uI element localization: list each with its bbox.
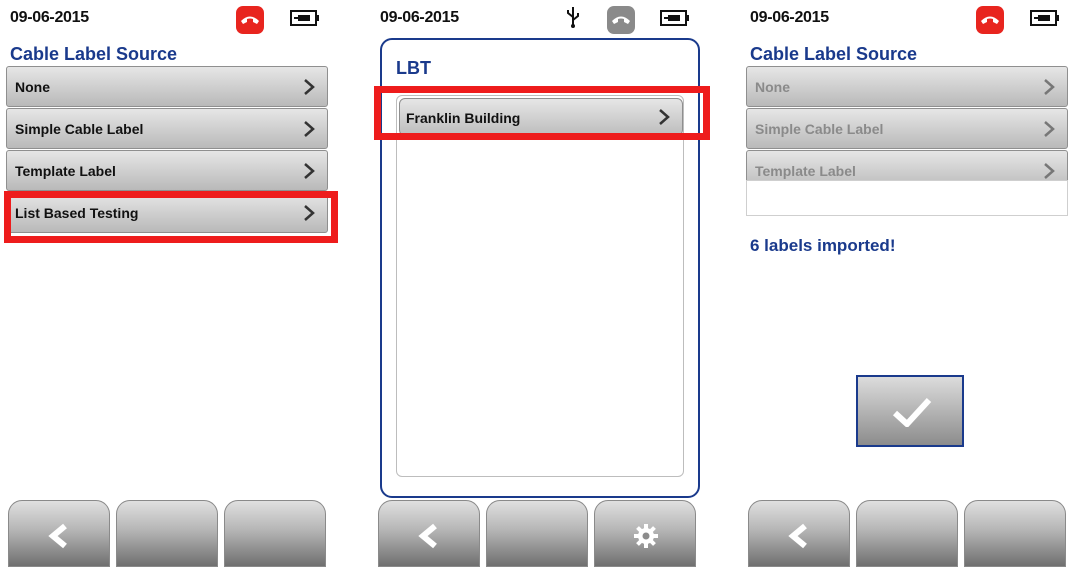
label-source-list: None Simple Cable Label Template Label <box>746 66 1068 192</box>
battery-icon <box>1030 10 1059 26</box>
back-arrow-icon <box>418 523 437 549</box>
screen-import-confirm: 09-06-2015 Cable Label Source None Simpl… <box>742 0 1072 567</box>
list-item-none: None <box>746 66 1068 107</box>
softkey-bar <box>378 500 698 567</box>
list-item-label: Simple Cable Label <box>15 121 144 137</box>
usb-icon <box>567 7 579 28</box>
chevron-right-icon <box>304 163 315 179</box>
phone-hangup-icon <box>976 6 1004 34</box>
highlight-box <box>374 86 710 140</box>
panel-title: LBT <box>396 58 431 78</box>
back-button[interactable] <box>8 500 110 567</box>
chevron-right-icon <box>1044 121 1055 137</box>
gear-icon <box>634 524 658 548</box>
page-title: Cable Label Source <box>750 44 918 64</box>
chevron-right-icon <box>304 121 315 137</box>
list-item-simple-cable-label: Simple Cable Label <box>746 108 1068 149</box>
softkey-2-button[interactable] <box>486 500 588 567</box>
page-title: Cable Label Source <box>10 44 178 64</box>
settings-button[interactable] <box>594 500 696 567</box>
chevron-right-icon <box>1044 79 1055 95</box>
back-arrow-icon <box>48 523 67 549</box>
softkey-2-button[interactable] <box>116 500 218 567</box>
phone-hangup-icon <box>236 6 264 34</box>
confirm-button[interactable] <box>856 375 964 447</box>
chevron-right-icon <box>304 79 315 95</box>
softkey-2-button[interactable] <box>856 500 958 567</box>
list-item-label: None <box>755 79 790 95</box>
softkey-3-button[interactable] <box>964 500 1066 567</box>
date-display: 09-06-2015 <box>10 9 89 26</box>
status-bar: 09-06-2015 <box>372 0 702 36</box>
back-arrow-icon <box>788 523 807 549</box>
date-display: 09-06-2015 <box>380 9 459 26</box>
list-item-label: None <box>15 79 50 95</box>
battery-icon <box>290 10 319 26</box>
list-item-simple-cable-label[interactable]: Simple Cable Label <box>6 108 328 149</box>
phone-hangup-icon <box>607 6 635 34</box>
softkey-bar <box>748 500 1068 567</box>
softkey-bar <box>8 500 328 567</box>
battery-icon <box>660 10 689 26</box>
status-bar: 09-06-2015 <box>2 0 332 36</box>
checkmark-icon <box>892 397 932 427</box>
back-button[interactable] <box>748 500 850 567</box>
list-item-label: Template Label <box>755 163 856 179</box>
highlight-box <box>4 191 338 243</box>
list-item-label: Template Label <box>15 163 116 179</box>
dialog-overlay <box>746 180 1068 216</box>
softkey-3-button[interactable] <box>224 500 326 567</box>
screen-cable-label-source: 09-06-2015 Cable Label Source None Simpl… <box>2 0 332 567</box>
chevron-right-icon <box>1044 163 1055 179</box>
lbt-list: Franklin Building <box>396 95 684 477</box>
list-item-none[interactable]: None <box>6 66 328 107</box>
list-item-template-label[interactable]: Template Label <box>6 150 328 191</box>
date-display: 09-06-2015 <box>750 9 829 26</box>
import-message: 6 labels imported! <box>750 236 896 255</box>
back-button[interactable] <box>378 500 480 567</box>
list-item-label: Simple Cable Label <box>755 121 884 137</box>
status-bar: 09-06-2015 <box>742 0 1072 36</box>
